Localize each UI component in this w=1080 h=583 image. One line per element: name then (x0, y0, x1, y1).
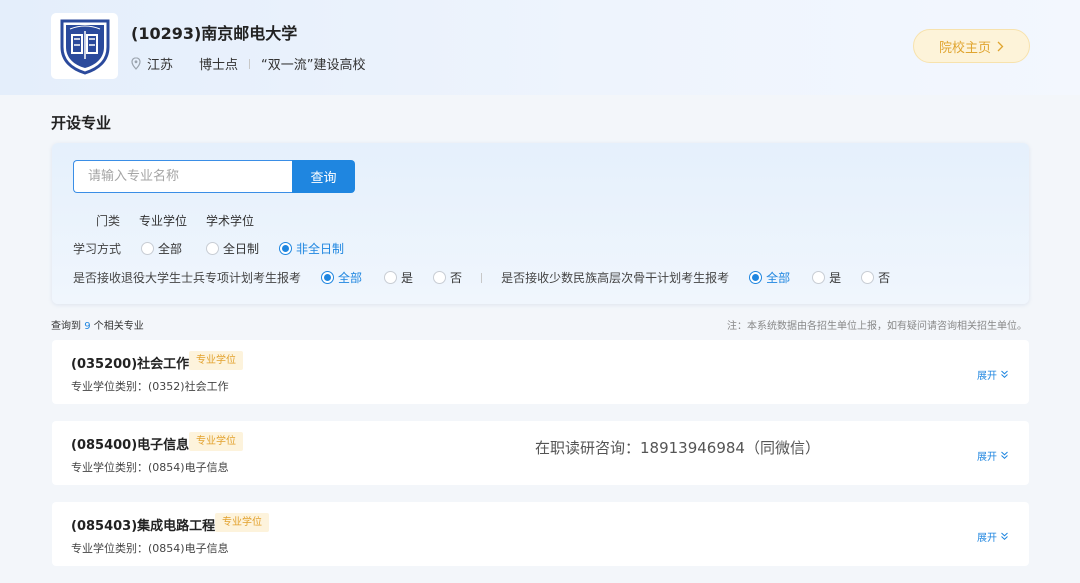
search-button[interactable]: 查询 (292, 160, 355, 193)
radio-icon (812, 271, 826, 284)
radio-icon (433, 271, 447, 284)
minority-plan-option-yes[interactable]: 是 (812, 269, 841, 286)
veteran-plan-option-no[interactable]: 否 (433, 269, 462, 286)
school-tag-doctoral: 博士点 (199, 58, 239, 73)
school-home-button[interactable]: 院校主页 (913, 29, 1030, 63)
minority-plan-option-no[interactable]: 否 (861, 269, 890, 286)
degree-type-badge: 专业学位 (189, 432, 243, 451)
radio-icon (141, 242, 155, 255)
minority-plan-label: 是否接收少数民族高层次骨干计划考生报考 (501, 271, 730, 285)
category-filter: 门类 专业学位 学术学位 (96, 212, 254, 229)
study-mode-option-full-time[interactable]: 全日制 (206, 240, 259, 257)
school-header: (10293)南京邮电大学 江苏 博士点 “双一流”建设高校 院校主页 (0, 0, 1080, 95)
study-mode-option-all[interactable]: 全部 (141, 240, 182, 257)
school-logo (51, 13, 118, 79)
school-name: (10293)南京邮电大学 (131, 24, 298, 43)
veteran-plan-option-yes[interactable]: 是 (384, 269, 413, 286)
section-title: 开设专业 (51, 114, 112, 132)
program-name: (085400)电子信息 (71, 438, 190, 453)
result-count: 查询到 9 个相关专业 (51, 321, 144, 332)
school-tag-double-first-class: “双一流”建设高校 (261, 58, 366, 73)
veteran-plan-label: 是否接收退役大学生士兵专项计划考生报考 (73, 271, 302, 285)
program-category: 专业学位类别：(0854)电子信息 (71, 542, 229, 555)
double-chevron-down-icon (1001, 370, 1008, 378)
school-location: 江苏 (147, 58, 174, 73)
radio-icon (861, 271, 875, 284)
chevron-right-icon (997, 41, 1004, 51)
school-emblem-icon (60, 19, 109, 75)
location-pin-icon (131, 57, 141, 70)
study-mode-filter: 学习方式 全部 全日制 非全日制 (73, 240, 344, 257)
minority-plan-option-all[interactable]: 全部 (749, 269, 790, 286)
radio-icon (206, 242, 220, 255)
study-mode-label: 学习方式 (73, 242, 122, 256)
veteran-plan-option-all[interactable]: 全部 (321, 269, 362, 286)
data-source-note: 注：本系统数据由各招生单位上报，如有疑问请咨询相关招生单位。 (727, 321, 1027, 332)
school-home-label: 院校主页 (938, 40, 991, 56)
filter-panel: 查询 门类 专业学位 学术学位 学习方式 全部 全日制 非全日制 是否接收退役大… (52, 143, 1029, 304)
radio-checked-icon (279, 242, 293, 255)
program-name: (085403)集成电路工程 (71, 519, 216, 534)
watermark-text: 在职读研咨询：18913946984（同微信） (535, 439, 820, 457)
expand-button[interactable]: 展开 (977, 529, 1009, 544)
divider (249, 58, 251, 69)
special-plan-filters: 是否接收退役大学生士兵专项计划考生报考 全部 是 否 是否接收少数民族高层次骨干… (73, 269, 890, 286)
degree-type-badge: 专业学位 (189, 351, 243, 370)
school-meta: 江苏 博士点 “双一流”建设高校 (131, 54, 366, 73)
category-label: 门类 (96, 214, 121, 228)
result-count-number: 9 (84, 321, 91, 332)
program-card[interactable]: (085403)集成电路工程 专业学位 专业学位类别：(0854)电子信息 展开 (52, 502, 1029, 566)
program-card[interactable]: (035200)社会工作 专业学位 专业学位类别：(0352)社会工作 展开 (52, 340, 1029, 404)
degree-type-badge: 专业学位 (215, 513, 269, 532)
expand-button[interactable]: 展开 (977, 448, 1009, 463)
radio-icon (384, 271, 398, 284)
radio-checked-icon (321, 271, 335, 284)
program-category: 专业学位类别：(0352)社会工作 (71, 380, 229, 393)
program-name: (035200)社会工作 (71, 357, 190, 372)
expand-button[interactable]: 展开 (977, 367, 1009, 382)
search-input[interactable] (73, 160, 293, 193)
divider (481, 272, 483, 283)
category-option-academic[interactable]: 学术学位 (206, 212, 254, 229)
double-chevron-down-icon (1001, 451, 1008, 459)
double-chevron-down-icon (1001, 532, 1008, 540)
radio-checked-icon (749, 271, 763, 284)
program-category: 专业学位类别：(0854)电子信息 (71, 461, 229, 474)
category-option-professional[interactable]: 专业学位 (139, 212, 187, 229)
study-mode-option-part-time[interactable]: 非全日制 (279, 240, 344, 257)
